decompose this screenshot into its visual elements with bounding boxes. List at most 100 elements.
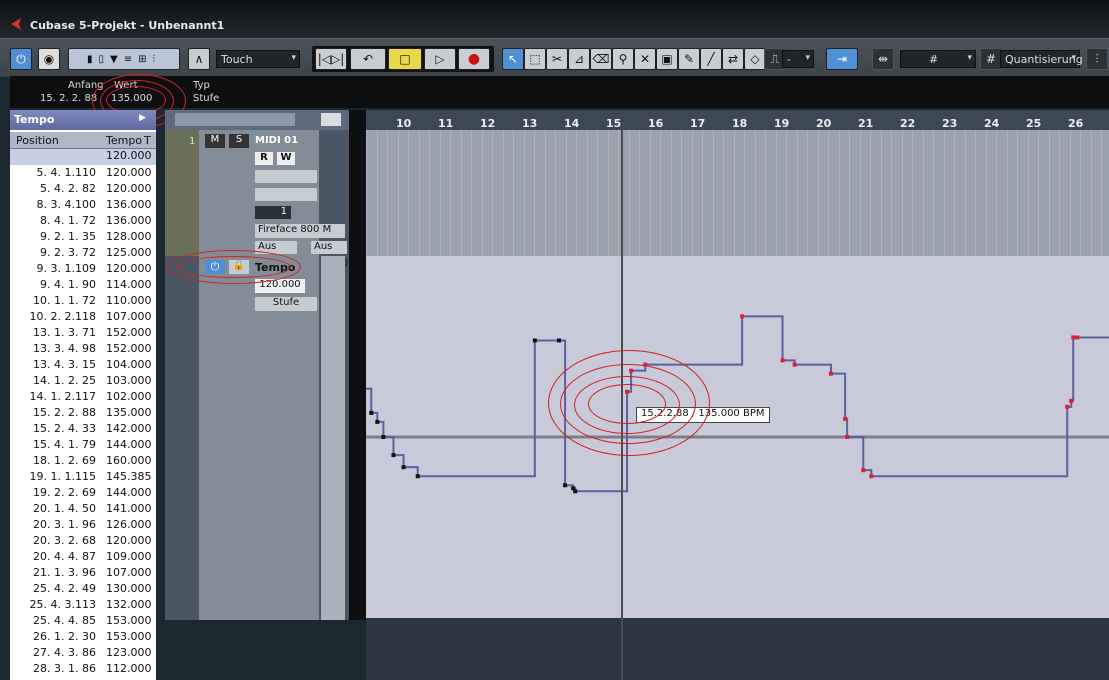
- tempo-point[interactable]: [563, 483, 568, 488]
- tempo-point[interactable]: [740, 314, 745, 319]
- info-type-field[interactable]: Stufe: [193, 93, 219, 104]
- zoom-tool-icon[interactable]: ⚲: [612, 48, 634, 70]
- mute-tool-icon[interactable]: ✕: [634, 48, 656, 70]
- tempo-point[interactable]: [381, 435, 386, 439]
- list-item[interactable]: 19. 2. 2. 69 144.000: [10, 486, 156, 502]
- midi-output-select[interactable]: Fireface 800 M: [255, 224, 345, 238]
- tempo-point[interactable]: [845, 435, 850, 439]
- erase-tool-icon[interactable]: ⌫: [590, 48, 612, 70]
- list-item[interactable]: 5. 4. 2. 82 120.000: [10, 182, 156, 198]
- list-item[interactable]: 25. 4. 4. 85 153.000: [10, 614, 156, 630]
- tempo-point[interactable]: [369, 410, 374, 415]
- tempo-list-header[interactable]: Tempo ▶: [10, 110, 156, 130]
- window-layout-buttons[interactable]: ▮▯▼≡⊞⫶: [68, 48, 180, 70]
- midi-track[interactable]: 1 M S MIDI 01 R W 1 Fireface 800 M Aus A…: [165, 130, 361, 256]
- tempo-mode-select[interactable]: Stufe: [255, 297, 317, 311]
- list-item[interactable]: 25. 4. 2. 49 130.000: [10, 582, 156, 598]
- project-activate-button[interactable]: ⏻: [10, 48, 32, 70]
- tempo-point[interactable]: [861, 468, 866, 473]
- cycle-button[interactable]: ↶: [350, 48, 386, 70]
- quantize-grid-icon[interactable]: #: [980, 48, 1002, 70]
- list-item[interactable]: 13. 3. 4. 98 152.000: [10, 342, 156, 358]
- list-item[interactable]: 20. 1. 4. 50 141.000: [10, 502, 156, 518]
- list-item[interactable]: 15. 4. 1. 79 144.000: [10, 438, 156, 454]
- list-item[interactable]: 9. 2. 1. 35 128.000: [10, 230, 156, 246]
- tempo-point[interactable]: [1065, 404, 1070, 409]
- list-item[interactable]: 20. 4. 4. 87 109.000: [10, 550, 156, 566]
- list-item[interactable]: 27. 4. 3. 86 123.000: [10, 646, 156, 662]
- tempo-track[interactable]: ⏻ 🔒 Tempo 120.000 Stufe 180 60: [165, 256, 361, 620]
- list-item[interactable]: 8. 4. 1. 72 136.000: [10, 214, 156, 230]
- tempo-point[interactable]: [557, 338, 562, 343]
- list-item[interactable]: 13. 1. 3. 71 152.000: [10, 326, 156, 342]
- list-item[interactable]: 26. 1. 2. 30 153.000: [10, 630, 156, 646]
- list-item[interactable]: 20. 3. 1. 96 126.000: [10, 518, 156, 534]
- object-select-tool-icon[interactable]: ↖: [502, 48, 524, 70]
- quantize-settings-icon[interactable]: ⫶: [1086, 48, 1108, 70]
- list-item[interactable]: 20. 3. 2. 68 120.000: [10, 534, 156, 550]
- tempo-point[interactable]: [1069, 398, 1074, 403]
- list-item[interactable]: 10. 2. 2.118 107.000: [10, 310, 156, 326]
- snap-select[interactable]: -: [782, 50, 814, 68]
- info-start-field[interactable]: 15. 2. 2. 88: [40, 93, 97, 104]
- record-button[interactable]: ●: [458, 48, 490, 70]
- list-item[interactable]: 15. 2. 4. 33 142.000: [10, 422, 156, 438]
- list-item[interactable]: 5. 4. 1.110 120.000: [10, 166, 156, 182]
- tempo-point[interactable]: [415, 474, 420, 479]
- read-button[interactable]: R: [255, 152, 273, 165]
- tempo-point[interactable]: [1075, 335, 1080, 340]
- color-tool-icon[interactable]: ◇: [744, 48, 766, 70]
- range-select-tool-icon[interactable]: ⬚: [524, 48, 546, 70]
- snap-toggle-button[interactable]: ⇥: [826, 48, 858, 70]
- track-options-buttons[interactable]: [255, 170, 317, 183]
- mute-button[interactable]: M: [205, 134, 225, 148]
- tempo-point[interactable]: [401, 465, 406, 470]
- grid-type-select[interactable]: #: [900, 50, 976, 68]
- list-item[interactable]: 21. 1. 3. 96 107.000: [10, 566, 156, 582]
- comp-tool-icon[interactable]: ▣: [656, 48, 678, 70]
- column-tempo[interactable]: Tempo: [106, 134, 142, 147]
- list-item[interactable]: 14. 1. 2.117 102.000: [10, 390, 156, 406]
- column-position[interactable]: Position: [16, 134, 59, 147]
- constrain-delay-button[interactable]: ◉: [38, 48, 60, 70]
- arrange-empty-area[interactable]: [366, 618, 1109, 680]
- tempo-point[interactable]: [792, 362, 797, 367]
- list-item[interactable]: 25. 4. 3.113 132.000: [10, 598, 156, 614]
- list-item[interactable]: 15. 2. 2. 88 135.000: [10, 406, 156, 422]
- play-button[interactable]: ▷: [424, 48, 456, 70]
- list-item[interactable]: 18. 1. 2. 69 160.000: [10, 454, 156, 470]
- timeline-ruler[interactable]: 10 11 12 13 14 15 16 17 18 19 20 21 22 23 24 25 26: [366, 110, 1109, 130]
- midi-channel-field[interactable]: 1: [255, 206, 291, 219]
- list-item[interactable]: 14. 1. 2. 25 103.000: [10, 374, 156, 390]
- stop-button[interactable]: □: [388, 48, 422, 70]
- list-item[interactable]: 8. 3. 4.100 136.000: [10, 198, 156, 214]
- tempo-point[interactable]: [843, 416, 848, 421]
- glue-tool-icon[interactable]: ⊿: [568, 48, 590, 70]
- tempo-point[interactable]: [780, 358, 785, 363]
- track-edit-buttons[interactable]: [255, 188, 317, 201]
- quantize-select[interactable]: Quantisierung: [1000, 50, 1083, 68]
- automation-mode-icon[interactable]: ∧: [188, 48, 210, 70]
- draw-tool-icon[interactable]: ✎: [678, 48, 700, 70]
- tempo-point[interactable]: [532, 338, 537, 343]
- solo-button[interactable]: S: [229, 134, 249, 148]
- list-item[interactable]: 9. 2. 3. 72 125.000: [10, 246, 156, 262]
- expand-arrow-icon[interactable]: ▶: [139, 113, 146, 123]
- track-name[interactable]: MIDI 01: [255, 135, 298, 146]
- list-item[interactable]: 28. 3. 1. 86 112.000: [10, 662, 156, 678]
- tempo-point[interactable]: [391, 453, 396, 458]
- track-colors-icon[interactable]: [321, 113, 341, 126]
- tempo-curve-line[interactable]: [366, 315, 1109, 493]
- list-item[interactable]: 9. 3. 1.109 120.000: [10, 262, 156, 278]
- list-item[interactable]: 9. 4. 1. 90 114.000: [10, 278, 156, 294]
- tempo-point[interactable]: [573, 489, 578, 494]
- list-item[interactable]: 10. 1. 1. 72 110.000: [10, 294, 156, 310]
- tempo-curve[interactable]: [366, 256, 1109, 618]
- automation-mode-select[interactable]: Touch: [216, 50, 300, 68]
- tempo-point[interactable]: [828, 371, 833, 376]
- send-right-select[interactable]: Aus: [311, 241, 347, 254]
- track-type-filter[interactable]: [175, 113, 295, 126]
- snap-zero-icon[interactable]: ⇹: [872, 48, 894, 70]
- tempo-point[interactable]: [869, 474, 874, 479]
- play-tool-icon[interactable]: ⇄: [722, 48, 744, 70]
